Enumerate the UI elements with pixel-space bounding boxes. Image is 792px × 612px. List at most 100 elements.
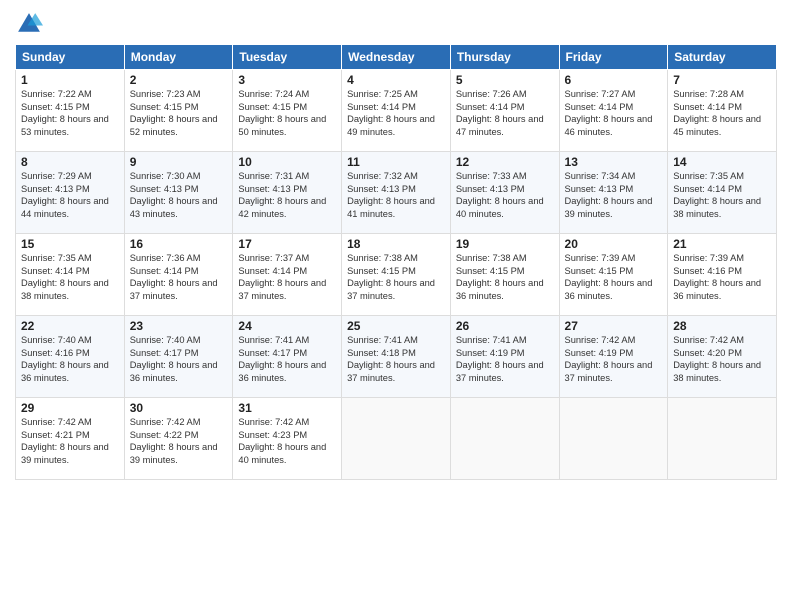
- day-number: 27: [565, 319, 663, 333]
- day-number: 26: [456, 319, 554, 333]
- col-header-sunday: Sunday: [16, 45, 125, 70]
- calendar-cell: 14Sunrise: 7:35 AMSunset: 4:14 PMDayligh…: [668, 152, 777, 234]
- day-number: 9: [130, 155, 228, 169]
- cell-content: Sunrise: 7:35 AMSunset: 4:14 PMDaylight:…: [673, 170, 771, 220]
- day-number: 7: [673, 73, 771, 87]
- calendar-cell: 1Sunrise: 7:22 AMSunset: 4:15 PMDaylight…: [16, 70, 125, 152]
- cell-content: Sunrise: 7:32 AMSunset: 4:13 PMDaylight:…: [347, 170, 445, 220]
- logo: [15, 10, 47, 38]
- day-number: 28: [673, 319, 771, 333]
- calendar-cell: 7Sunrise: 7:28 AMSunset: 4:14 PMDaylight…: [668, 70, 777, 152]
- cell-content: Sunrise: 7:38 AMSunset: 4:15 PMDaylight:…: [347, 252, 445, 302]
- col-header-tuesday: Tuesday: [233, 45, 342, 70]
- cell-content: Sunrise: 7:34 AMSunset: 4:13 PMDaylight:…: [565, 170, 663, 220]
- calendar-cell: [559, 398, 668, 480]
- day-number: 4: [347, 73, 445, 87]
- calendar-cell: 3Sunrise: 7:24 AMSunset: 4:15 PMDaylight…: [233, 70, 342, 152]
- day-number: 10: [238, 155, 336, 169]
- calendar-cell: 13Sunrise: 7:34 AMSunset: 4:13 PMDayligh…: [559, 152, 668, 234]
- cell-content: Sunrise: 7:42 AMSunset: 4:22 PMDaylight:…: [130, 416, 228, 466]
- day-number: 25: [347, 319, 445, 333]
- day-number: 5: [456, 73, 554, 87]
- cell-content: Sunrise: 7:31 AMSunset: 4:13 PMDaylight:…: [238, 170, 336, 220]
- day-number: 13: [565, 155, 663, 169]
- day-number: 2: [130, 73, 228, 87]
- calendar-cell: 2Sunrise: 7:23 AMSunset: 4:15 PMDaylight…: [124, 70, 233, 152]
- cell-content: Sunrise: 7:22 AMSunset: 4:15 PMDaylight:…: [21, 88, 119, 138]
- calendar-cell: 31Sunrise: 7:42 AMSunset: 4:23 PMDayligh…: [233, 398, 342, 480]
- cell-content: Sunrise: 7:39 AMSunset: 4:16 PMDaylight:…: [673, 252, 771, 302]
- calendar-cell: 11Sunrise: 7:32 AMSunset: 4:13 PMDayligh…: [342, 152, 451, 234]
- cell-content: Sunrise: 7:36 AMSunset: 4:14 PMDaylight:…: [130, 252, 228, 302]
- day-number: 18: [347, 237, 445, 251]
- cell-content: Sunrise: 7:37 AMSunset: 4:14 PMDaylight:…: [238, 252, 336, 302]
- day-number: 14: [673, 155, 771, 169]
- calendar-cell: 24Sunrise: 7:41 AMSunset: 4:17 PMDayligh…: [233, 316, 342, 398]
- header: [15, 10, 777, 38]
- day-number: 17: [238, 237, 336, 251]
- calendar-cell: 19Sunrise: 7:38 AMSunset: 4:15 PMDayligh…: [450, 234, 559, 316]
- day-number: 24: [238, 319, 336, 333]
- col-header-monday: Monday: [124, 45, 233, 70]
- calendar-cell: 29Sunrise: 7:42 AMSunset: 4:21 PMDayligh…: [16, 398, 125, 480]
- cell-content: Sunrise: 7:29 AMSunset: 4:13 PMDaylight:…: [21, 170, 119, 220]
- day-number: 21: [673, 237, 771, 251]
- day-number: 12: [456, 155, 554, 169]
- cell-content: Sunrise: 7:42 AMSunset: 4:19 PMDaylight:…: [565, 334, 663, 384]
- calendar-cell: [450, 398, 559, 480]
- calendar-cell: 20Sunrise: 7:39 AMSunset: 4:15 PMDayligh…: [559, 234, 668, 316]
- calendar-week-2: 8Sunrise: 7:29 AMSunset: 4:13 PMDaylight…: [16, 152, 777, 234]
- calendar-week-4: 22Sunrise: 7:40 AMSunset: 4:16 PMDayligh…: [16, 316, 777, 398]
- cell-content: Sunrise: 7:39 AMSunset: 4:15 PMDaylight:…: [565, 252, 663, 302]
- day-number: 23: [130, 319, 228, 333]
- col-header-thursday: Thursday: [450, 45, 559, 70]
- cell-content: Sunrise: 7:42 AMSunset: 4:20 PMDaylight:…: [673, 334, 771, 384]
- logo-icon: [15, 10, 43, 38]
- calendar-cell: 10Sunrise: 7:31 AMSunset: 4:13 PMDayligh…: [233, 152, 342, 234]
- calendar-cell: 5Sunrise: 7:26 AMSunset: 4:14 PMDaylight…: [450, 70, 559, 152]
- cell-content: Sunrise: 7:40 AMSunset: 4:16 PMDaylight:…: [21, 334, 119, 384]
- calendar-cell: 9Sunrise: 7:30 AMSunset: 4:13 PMDaylight…: [124, 152, 233, 234]
- calendar-cell: 30Sunrise: 7:42 AMSunset: 4:22 PMDayligh…: [124, 398, 233, 480]
- calendar-week-1: 1Sunrise: 7:22 AMSunset: 4:15 PMDaylight…: [16, 70, 777, 152]
- day-number: 29: [21, 401, 119, 415]
- cell-content: Sunrise: 7:33 AMSunset: 4:13 PMDaylight:…: [456, 170, 554, 220]
- cell-content: Sunrise: 7:41 AMSunset: 4:19 PMDaylight:…: [456, 334, 554, 384]
- calendar-cell: 27Sunrise: 7:42 AMSunset: 4:19 PMDayligh…: [559, 316, 668, 398]
- calendar-cell: 21Sunrise: 7:39 AMSunset: 4:16 PMDayligh…: [668, 234, 777, 316]
- day-number: 19: [456, 237, 554, 251]
- day-number: 6: [565, 73, 663, 87]
- day-number: 15: [21, 237, 119, 251]
- cell-content: Sunrise: 7:38 AMSunset: 4:15 PMDaylight:…: [456, 252, 554, 302]
- calendar-cell: 22Sunrise: 7:40 AMSunset: 4:16 PMDayligh…: [16, 316, 125, 398]
- calendar-cell: 4Sunrise: 7:25 AMSunset: 4:14 PMDaylight…: [342, 70, 451, 152]
- cell-content: Sunrise: 7:41 AMSunset: 4:18 PMDaylight:…: [347, 334, 445, 384]
- calendar-cell: [342, 398, 451, 480]
- calendar-cell: 16Sunrise: 7:36 AMSunset: 4:14 PMDayligh…: [124, 234, 233, 316]
- cell-content: Sunrise: 7:26 AMSunset: 4:14 PMDaylight:…: [456, 88, 554, 138]
- cell-content: Sunrise: 7:23 AMSunset: 4:15 PMDaylight:…: [130, 88, 228, 138]
- calendar-cell: 6Sunrise: 7:27 AMSunset: 4:14 PMDaylight…: [559, 70, 668, 152]
- calendar-cell: 8Sunrise: 7:29 AMSunset: 4:13 PMDaylight…: [16, 152, 125, 234]
- page-container: SundayMondayTuesdayWednesdayThursdayFrid…: [0, 0, 792, 488]
- calendar-cell: 26Sunrise: 7:41 AMSunset: 4:19 PMDayligh…: [450, 316, 559, 398]
- cell-content: Sunrise: 7:41 AMSunset: 4:17 PMDaylight:…: [238, 334, 336, 384]
- day-number: 1: [21, 73, 119, 87]
- col-header-wednesday: Wednesday: [342, 45, 451, 70]
- cell-content: Sunrise: 7:40 AMSunset: 4:17 PMDaylight:…: [130, 334, 228, 384]
- calendar-cell: 23Sunrise: 7:40 AMSunset: 4:17 PMDayligh…: [124, 316, 233, 398]
- calendar-week-3: 15Sunrise: 7:35 AMSunset: 4:14 PMDayligh…: [16, 234, 777, 316]
- day-number: 8: [21, 155, 119, 169]
- cell-content: Sunrise: 7:42 AMSunset: 4:23 PMDaylight:…: [238, 416, 336, 466]
- calendar-cell: 17Sunrise: 7:37 AMSunset: 4:14 PMDayligh…: [233, 234, 342, 316]
- day-number: 11: [347, 155, 445, 169]
- cell-content: Sunrise: 7:24 AMSunset: 4:15 PMDaylight:…: [238, 88, 336, 138]
- day-number: 20: [565, 237, 663, 251]
- calendar-cell: 25Sunrise: 7:41 AMSunset: 4:18 PMDayligh…: [342, 316, 451, 398]
- col-header-saturday: Saturday: [668, 45, 777, 70]
- day-number: 3: [238, 73, 336, 87]
- calendar-cell: 15Sunrise: 7:35 AMSunset: 4:14 PMDayligh…: [16, 234, 125, 316]
- cell-content: Sunrise: 7:42 AMSunset: 4:21 PMDaylight:…: [21, 416, 119, 466]
- calendar-cell: 28Sunrise: 7:42 AMSunset: 4:20 PMDayligh…: [668, 316, 777, 398]
- day-number: 30: [130, 401, 228, 415]
